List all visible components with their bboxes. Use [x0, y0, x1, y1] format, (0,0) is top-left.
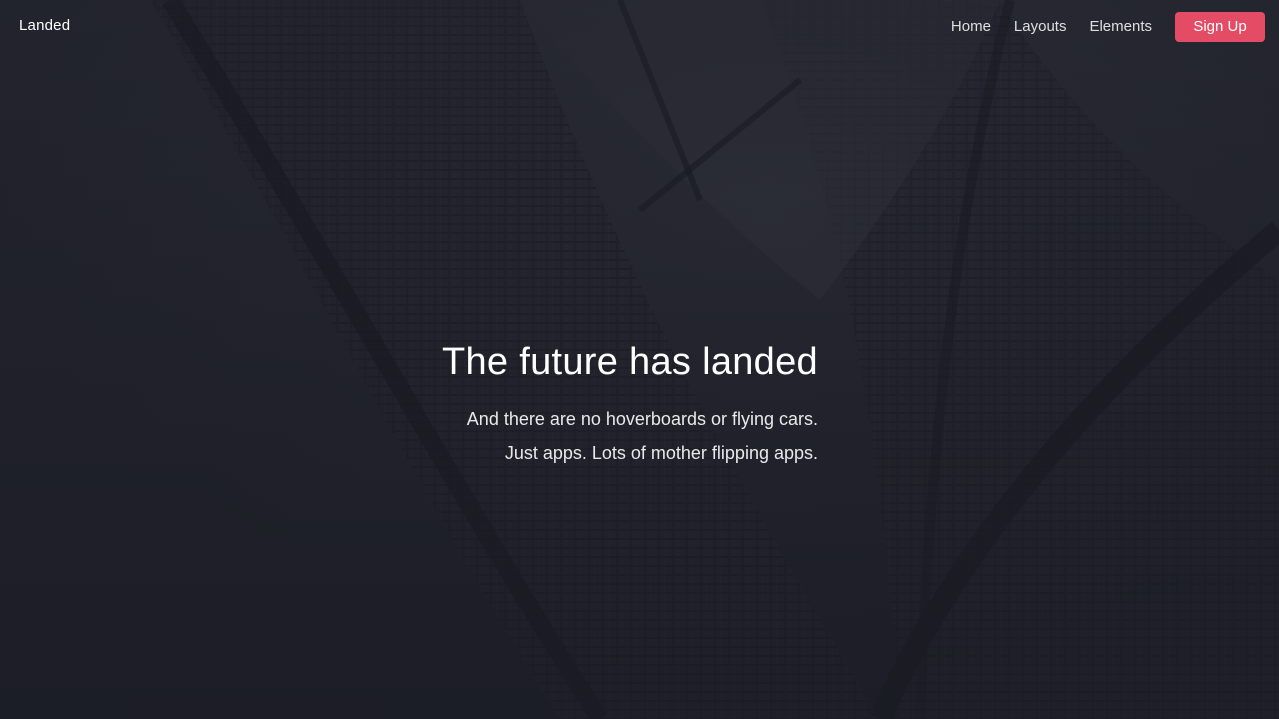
- nav-elements[interactable]: Elements: [1089, 12, 1152, 42]
- hero-subtitle-line-2: Just apps. Lots of mother flipping apps.: [504, 443, 818, 463]
- hero-content: The future has landed And there are no h…: [442, 336, 818, 470]
- site-header: Landed Home Layouts Elements Sign Up: [0, 0, 1279, 54]
- main-nav: Home Layouts Elements Sign Up: [951, 12, 1265, 42]
- hero-title: The future has landed: [441, 341, 818, 383]
- hero-subtitle: And there are no hoverboards or flying c…: [442, 402, 818, 470]
- site-logo[interactable]: Landed: [19, 17, 70, 34]
- hero-banner: The future has landed And there are no h…: [0, 0, 1279, 719]
- hero-subtitle-line-1: And there are no hoverboards or flying c…: [466, 409, 818, 429]
- sign-up-button[interactable]: Sign Up: [1175, 12, 1265, 42]
- landing-page: Landed Home Layouts Elements Sign Up The…: [0, 0, 1279, 719]
- nav-home[interactable]: Home: [951, 12, 991, 42]
- nav-layouts[interactable]: Layouts: [1014, 12, 1067, 42]
